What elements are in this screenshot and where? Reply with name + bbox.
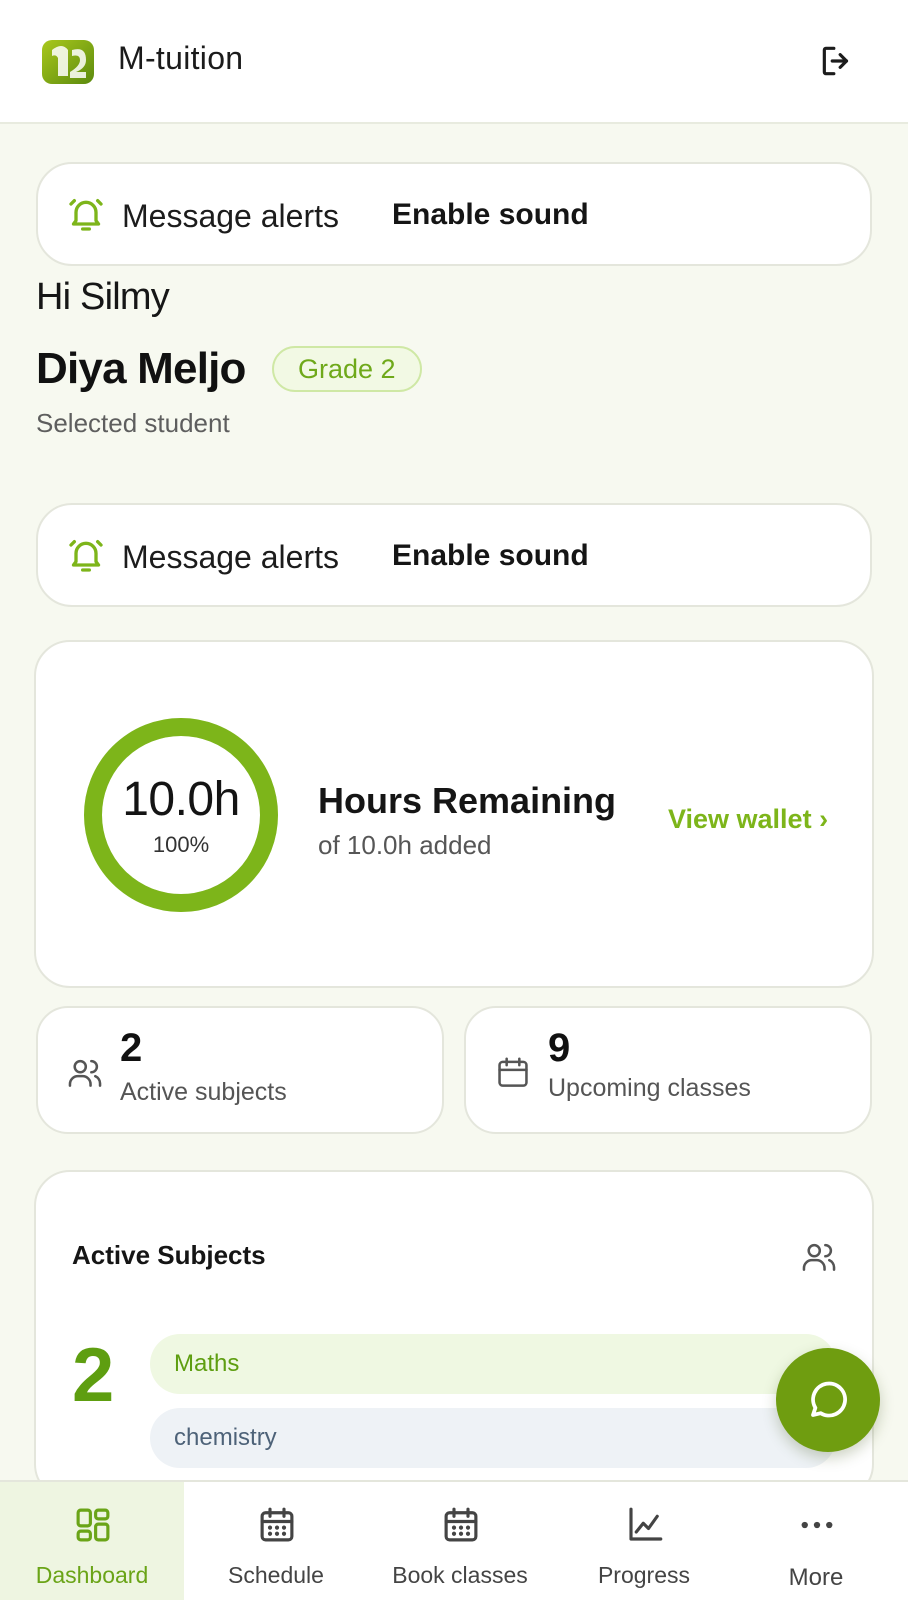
active-subjects-stat[interactable]: 2 Active subjects: [36, 1006, 444, 1134]
message-alerts-label: Message alerts: [122, 539, 339, 575]
student-name: Diya Meljo: [36, 344, 246, 393]
nav-schedule[interactable]: Schedule: [184, 1482, 368, 1600]
users-icon: [802, 1243, 836, 1271]
chat-bubble-icon: [811, 1381, 847, 1418]
dashboard-grid-icon: [76, 1508, 110, 1542]
app-header: M-tuition: [0, 0, 908, 124]
grade-badge: Grade 2: [272, 346, 422, 392]
enable-sound-button[interactable]: Enable sound: [392, 539, 589, 573]
subject-pill-chemistry[interactable]: chemistry: [150, 1408, 836, 1468]
nav-book-classes[interactable]: Book classes: [368, 1482, 552, 1600]
bottom-navigation: Dashboard Schedule Book classes Progress…: [0, 1480, 908, 1600]
message-alerts-card: Message alerts Enable sound: [36, 162, 872, 266]
calendar-icon: [498, 1057, 528, 1087]
nav-label: Schedule: [228, 1562, 324, 1588]
subject-pill-maths[interactable]: Maths: [150, 1334, 836, 1394]
more-dots-icon: [801, 1521, 833, 1529]
hours-title: Hours Remaining: [318, 780, 617, 821]
m-tuition-logo: [42, 40, 94, 84]
calendar-icon: [260, 1507, 294, 1542]
app-title: M-tuition: [118, 40, 244, 76]
calendar-icon: [444, 1507, 478, 1542]
nav-label: Progress: [597, 1562, 691, 1588]
users-icon: [68, 1059, 102, 1087]
hours-percent: 100%: [152, 832, 210, 857]
hours-subtitle: of 10.0h added: [318, 830, 492, 860]
message-alerts-label: Message alerts: [122, 198, 339, 234]
nav-dashboard[interactable]: Dashboard: [0, 1482, 184, 1600]
active-subjects-count: 2: [72, 1333, 115, 1418]
chart-line-icon: [629, 1507, 663, 1541]
enable-sound-button[interactable]: Enable sound: [392, 198, 589, 232]
stat-value: 2: [120, 1026, 143, 1070]
active-subjects-card: Active Subjects 2 Maths chemistry: [34, 1170, 874, 1500]
nav-label: Book classes: [392, 1562, 528, 1588]
upcoming-classes-stat[interactable]: 9 Upcoming classes: [464, 1006, 872, 1134]
message-alerts-card: Message alerts Enable sound: [36, 503, 872, 607]
chat-button[interactable]: [776, 1348, 880, 1452]
nav-progress[interactable]: Progress: [552, 1482, 736, 1600]
greeting-text: Hi Silmy: [36, 276, 170, 318]
bell-icon: [69, 199, 103, 231]
nav-more[interactable]: More: [724, 1482, 908, 1600]
hours-value: 10.0h: [122, 773, 240, 826]
stat-label: Active subjects: [120, 1078, 287, 1106]
nav-label: Dashboard: [35, 1562, 149, 1588]
logout-icon[interactable]: [818, 42, 856, 80]
stat-label: Upcoming classes: [548, 1074, 751, 1102]
nav-label: More: [788, 1564, 844, 1591]
stat-value: 9: [548, 1026, 571, 1070]
selected-student-label: Selected student: [36, 408, 230, 438]
hours-remaining-card: 10.0h 100% Hours Remaining of 10.0h adde…: [34, 640, 874, 988]
bell-icon: [69, 540, 103, 572]
view-wallet-link[interactable]: View wallet ›: [668, 804, 828, 835]
active-subjects-title: Active Subjects: [72, 1240, 266, 1270]
